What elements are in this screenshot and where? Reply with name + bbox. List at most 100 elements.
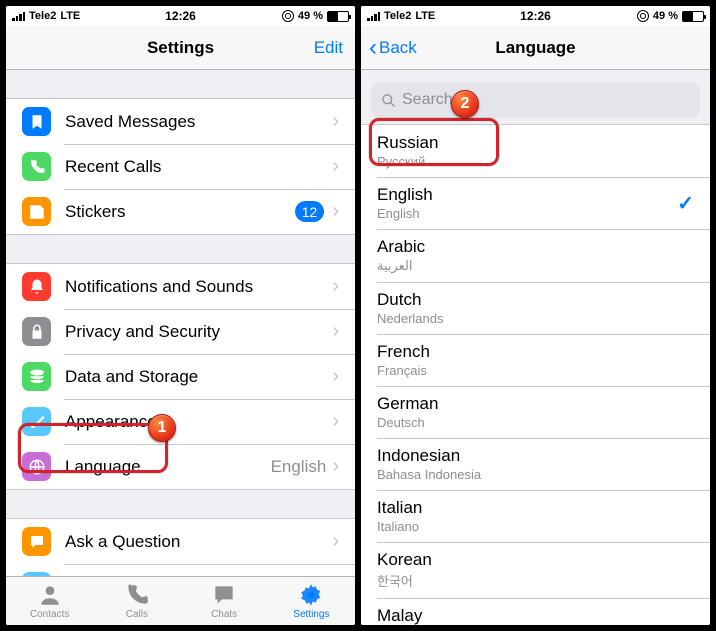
setting-stickers[interactable]: Stickers12 › xyxy=(6,189,355,234)
check-icon: ✓ xyxy=(677,191,694,216)
data-icon xyxy=(22,362,51,391)
tab-settings[interactable]: Settings xyxy=(268,577,355,625)
language-native: English xyxy=(377,206,677,221)
setting-notifications-and-sounds[interactable]: Notifications and Sounds› xyxy=(6,264,355,309)
cell-label: Stickers xyxy=(65,202,295,222)
cell-label: Language xyxy=(65,457,271,477)
battery-icon xyxy=(327,11,349,22)
chevron-right-icon: › xyxy=(332,455,339,478)
chevron-right-icon: › xyxy=(332,155,339,178)
language-korean[interactable]: Korean한국어 xyxy=(361,542,710,598)
language-arabic[interactable]: Arabicالعربية xyxy=(361,229,710,282)
tab-calls[interactable]: Calls xyxy=(93,577,180,625)
carrier-label: Tele2 xyxy=(29,10,56,22)
language-name: German xyxy=(377,394,694,414)
back-label: Back xyxy=(379,38,417,58)
language-french[interactable]: FrenchFrançais xyxy=(361,334,710,386)
setting-saved-messages[interactable]: Saved Messages› xyxy=(6,99,355,144)
language-native: Русский xyxy=(377,154,694,169)
bookmark-icon xyxy=(22,107,51,136)
setting-language[interactable]: LanguageEnglish› xyxy=(6,444,355,489)
phone-icon xyxy=(22,152,51,181)
language-name: English xyxy=(377,185,677,205)
cell-label: Notifications and Sounds xyxy=(65,277,332,297)
language-name: Malay xyxy=(377,606,694,625)
chevron-right-icon: › xyxy=(332,410,339,433)
chat-icon xyxy=(22,527,51,556)
search-icon xyxy=(381,93,396,108)
language-native: Italiano xyxy=(377,519,694,534)
language-malay[interactable]: Malay xyxy=(361,598,710,625)
language-english[interactable]: EnglishEnglish✓ xyxy=(361,177,710,229)
bell-icon xyxy=(22,272,51,301)
setting-privacy-and-security[interactable]: Privacy and Security› xyxy=(6,309,355,354)
cell-detail: English xyxy=(271,457,327,477)
navbar: ‹ Back Language xyxy=(361,26,710,70)
language-name: Italian xyxy=(377,498,694,518)
faq-icon: ? xyxy=(22,572,51,576)
setting-telegram-faq[interactable]: ?Telegram FAQ› xyxy=(6,564,355,576)
search-placeholder: Search xyxy=(402,91,453,109)
tab-chats[interactable]: Chats xyxy=(181,577,268,625)
chevron-right-icon: › xyxy=(332,365,339,388)
chevron-right-icon: › xyxy=(332,275,339,298)
search-input[interactable]: Search xyxy=(371,82,700,118)
language-indonesian[interactable]: IndonesianBahasa Indonesia xyxy=(361,438,710,490)
brush-icon xyxy=(22,407,51,436)
language-name: Indonesian xyxy=(377,446,694,466)
language-list-scroll[interactable]: Search RussianРусскийEnglishEnglish✓Arab… xyxy=(361,70,710,625)
setting-recent-calls[interactable]: Recent Calls› xyxy=(6,144,355,189)
cell-label: Saved Messages xyxy=(65,112,332,132)
settings-list[interactable]: Saved Messages›Recent Calls›Stickers12›N… xyxy=(6,70,355,576)
chevron-right-icon: › xyxy=(332,200,339,223)
language-native: Nederlands xyxy=(377,311,694,326)
navbar: Settings Edit xyxy=(6,26,355,70)
tab-bar: Contacts Calls Chats Settings xyxy=(6,576,355,625)
language-native: 한국어 xyxy=(377,571,694,590)
settings-screen: Tele2 LTE 12:26 49 % Settings Edit Saved… xyxy=(6,6,355,625)
network-label: LTE xyxy=(60,10,80,22)
clock: 12:26 xyxy=(165,9,196,23)
language-russian[interactable]: RussianРусский xyxy=(361,125,710,177)
tab-label: Contacts xyxy=(30,609,69,620)
status-bar: Tele2 LTE 12:26 49 % xyxy=(361,6,710,26)
tab-label: Chats xyxy=(211,609,237,620)
page-title: Language xyxy=(495,38,575,58)
language-name: French xyxy=(377,342,694,362)
cell-label: Recent Calls xyxy=(65,157,332,177)
chevron-left-icon: ‹ xyxy=(369,36,377,60)
setting-ask-a-question[interactable]: Ask a Question› xyxy=(6,519,355,564)
back-button[interactable]: ‹ Back xyxy=(369,36,417,60)
cell-label: Privacy and Security xyxy=(65,322,332,342)
language-german[interactable]: GermanDeutsch xyxy=(361,386,710,438)
language-name: Russian xyxy=(377,133,694,153)
cell-label: Ask a Question xyxy=(65,532,332,552)
tab-label: Calls xyxy=(126,609,148,620)
rotation-lock-icon xyxy=(637,10,649,22)
carrier-label: Tele2 xyxy=(384,10,411,22)
badge: 12 xyxy=(295,201,325,222)
language-screen: Tele2 LTE 12:26 49 % ‹ Back Language Sea… xyxy=(361,6,710,625)
edit-button[interactable]: Edit xyxy=(314,38,343,58)
globe-icon xyxy=(22,452,51,481)
cell-label: Data and Storage xyxy=(65,367,332,387)
battery-icon xyxy=(682,11,704,22)
language-dutch[interactable]: DutchNederlands xyxy=(361,282,710,334)
language-native: Français xyxy=(377,363,694,378)
network-label: LTE xyxy=(415,10,435,22)
chevron-right-icon: › xyxy=(332,575,339,576)
battery-pct: 49 % xyxy=(653,10,678,22)
cell-label: Appearance xyxy=(65,412,332,432)
sticker-icon xyxy=(22,197,51,226)
chevron-right-icon: › xyxy=(332,530,339,553)
setting-appearance[interactable]: Appearance› xyxy=(6,399,355,444)
signal-icon xyxy=(12,11,25,21)
tab-contacts[interactable]: Contacts xyxy=(6,577,93,625)
rotation-lock-icon xyxy=(282,10,294,22)
language-native: العربية xyxy=(377,258,694,274)
language-native: Deutsch xyxy=(377,415,694,430)
setting-data-and-storage[interactable]: Data and Storage› xyxy=(6,354,355,399)
language-italian[interactable]: ItalianItaliano xyxy=(361,490,710,542)
lock-icon xyxy=(22,317,51,346)
tab-label: Settings xyxy=(293,609,329,620)
